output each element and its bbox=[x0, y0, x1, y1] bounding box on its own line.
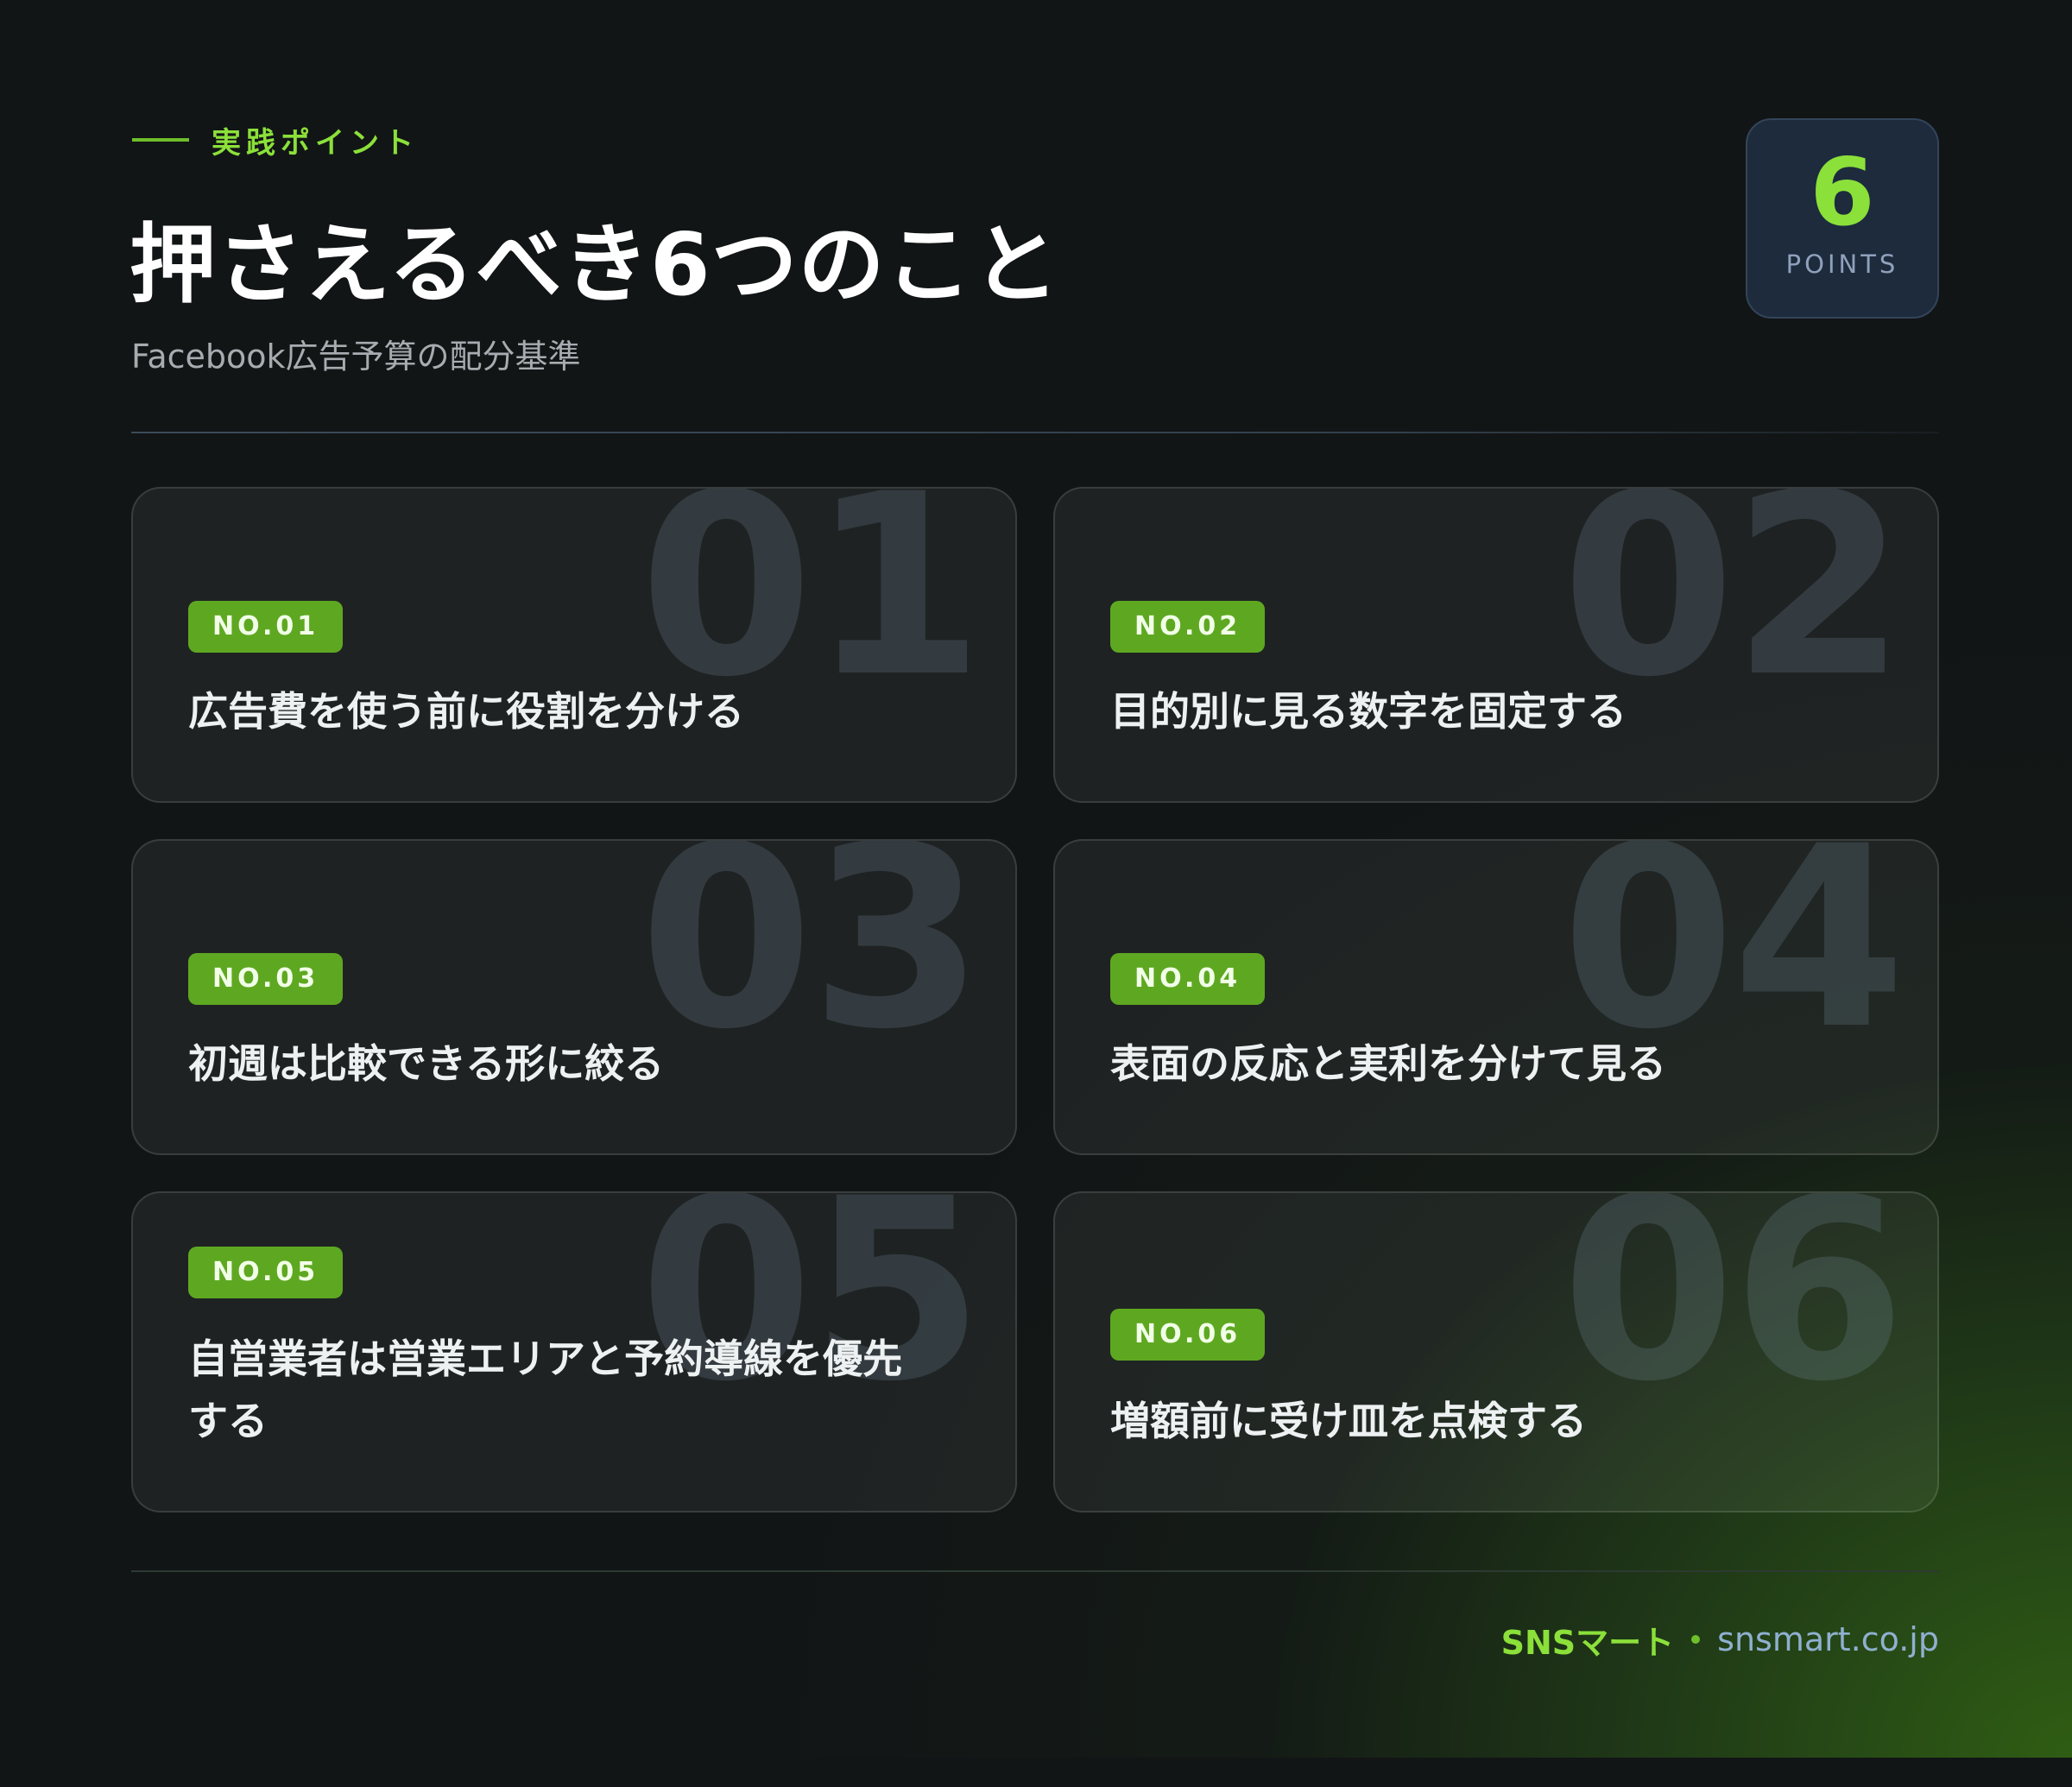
point-card-02: 02 NO.02 目的別に見る数字を固定する bbox=[1053, 487, 1939, 803]
header-divider bbox=[131, 432, 1939, 433]
slide-canvas: 実践ポイント 押さえるべき6つのこと Facebook広告予算の配分基準 6 P… bbox=[0, 0, 2072, 1758]
card-text: 増額前に受け皿を点検する bbox=[1110, 1398, 1587, 1444]
page-subtitle: Facebook広告予算の配分基準 bbox=[131, 338, 581, 376]
card-number-badge: NO.05 bbox=[188, 1247, 344, 1298]
card-text: 初週は比較できる形に絞る bbox=[188, 1040, 665, 1087]
card-text: 目的別に見る数字を固定する bbox=[1110, 688, 1627, 735]
card-text: 広告費を使う前に役割を分ける bbox=[188, 688, 744, 735]
card-number-badge: NO.04 bbox=[1110, 953, 1266, 1005]
point-card-04: 04 NO.04 表面の反応と実利を分けて見る bbox=[1053, 839, 1939, 1155]
card-text: 自営業者は営業エリアと予約導線を優先する bbox=[188, 1336, 903, 1444]
point-card-03: 03 NO.03 初週は比較できる形に絞る bbox=[131, 839, 1017, 1155]
card-text: 表面の反応と実利を分けて見る bbox=[1110, 1040, 1666, 1087]
footer-url[interactable]: snsmart.co.jp bbox=[1717, 1620, 1939, 1658]
card-number-badge: NO.06 bbox=[1110, 1309, 1266, 1361]
card-number-badge: NO.01 bbox=[188, 601, 344, 653]
point-card-01: 01 NO.01 広告費を使う前に役割を分ける bbox=[131, 487, 1017, 803]
points-count-label: POINTS bbox=[1785, 249, 1899, 279]
eyebrow-accent-line bbox=[132, 138, 189, 142]
points-count-number: 6 bbox=[1810, 139, 1875, 247]
page-title: 押さえるべき6つのこと bbox=[130, 214, 1060, 315]
footer-brand: SNSマート bbox=[1500, 1623, 1675, 1662]
footer-separator-dot bbox=[1691, 1635, 1701, 1644]
point-card-05: 05 NO.05 自営業者は営業エリアと予約導線を優先する bbox=[131, 1191, 1017, 1512]
card-number-badge: NO.02 bbox=[1110, 601, 1266, 653]
points-count-badge: 6 POINTS bbox=[1746, 118, 1939, 319]
eyebrow-text: 実践ポイント bbox=[212, 125, 419, 161]
footer: SNSマート snsmart.co.jp bbox=[1500, 1618, 1939, 1662]
eyebrow: 実践ポイント bbox=[132, 121, 419, 161]
point-card-06: 06 NO.06 増額前に受け皿を点検する bbox=[1053, 1191, 1939, 1512]
footer-divider bbox=[131, 1570, 1939, 1572]
card-number-badge: NO.03 bbox=[188, 953, 344, 1005]
bottom-strip bbox=[0, 1758, 2072, 1787]
